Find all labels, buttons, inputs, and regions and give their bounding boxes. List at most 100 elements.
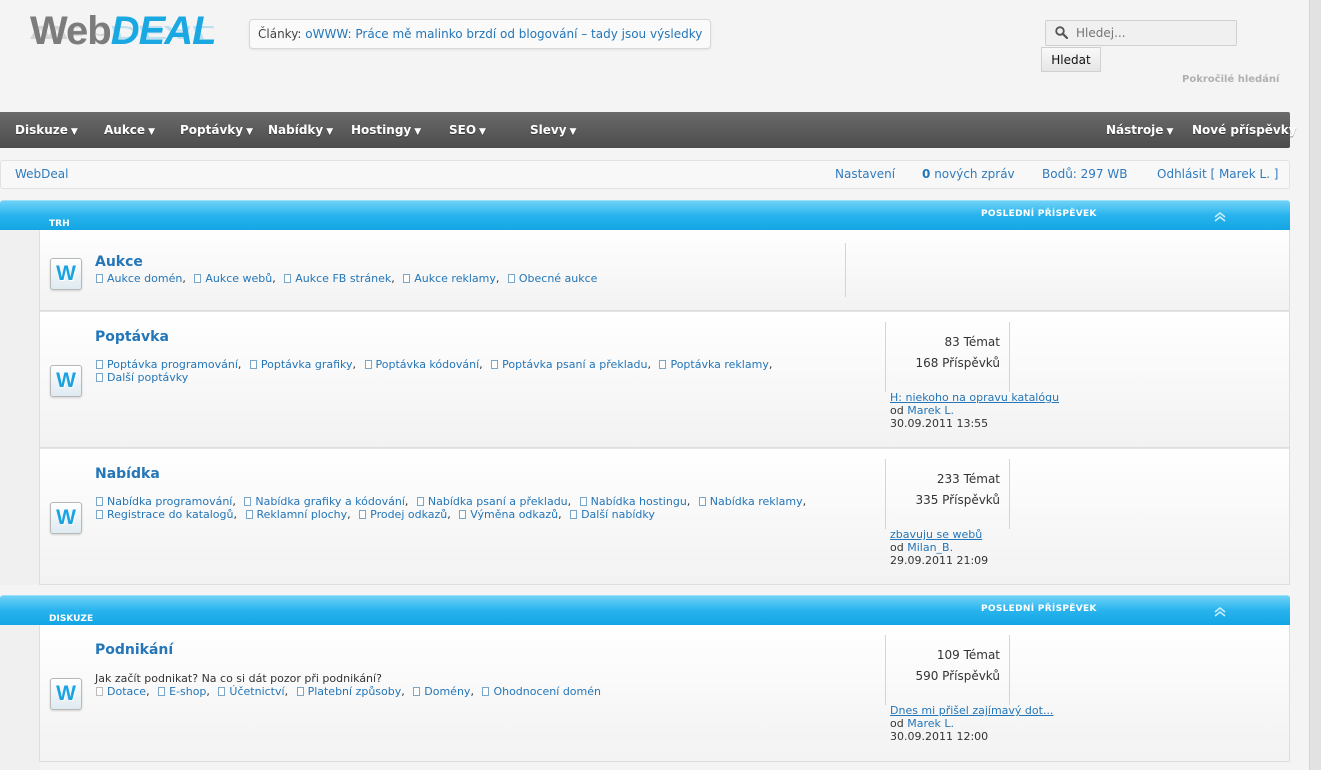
- forum-title[interactable]: Poptávka: [95, 329, 169, 345]
- subforum-link[interactable]: Prodej odkazů: [370, 508, 447, 521]
- new-messages-label: nových zpráv: [934, 167, 1015, 181]
- subforum-link[interactable]: Aukce FB stránek: [295, 272, 391, 285]
- subforum-link[interactable]: Poptávka reklamy: [670, 358, 768, 371]
- post-count: 590 Příspěvků: [915, 669, 1000, 683]
- subforum-link[interactable]: Účetnictví: [229, 685, 284, 698]
- chevron-down-icon: ▼: [326, 127, 334, 137]
- articles-link[interactable]: oWWW: Práce mě malinko brzdí od blogován…: [305, 27, 702, 41]
- subforum-link[interactable]: Další nabídky: [581, 508, 655, 521]
- column-divider: [1009, 322, 1010, 392]
- logo-reflection: WebDEAL: [30, 21, 216, 42]
- forum-title[interactable]: Nabídka: [95, 466, 160, 482]
- logout-link[interactable]: Odhlásit [ Marek L. ]: [1157, 161, 1278, 188]
- column-divider: [1009, 635, 1010, 705]
- last-post-date: 30.09.2011 12:00: [890, 730, 989, 743]
- subforum-link[interactable]: Nabídka grafiky a kódování: [255, 495, 405, 508]
- subforum-link[interactable]: Poptávka kódování: [376, 358, 480, 371]
- advanced-search-link[interactable]: Pokročilé hledání: [1182, 74, 1279, 85]
- subforum-icon: [96, 510, 103, 519]
- subforum-icon: [698, 497, 706, 506]
- last-post-by: od: [890, 717, 904, 730]
- forum-row-nabidka: W Nabídka Nabídka programování, Nabídka …: [39, 448, 1290, 585]
- points-link[interactable]: Bodů: 297 WB: [1042, 161, 1127, 188]
- main-navbar: Diskuze ▼ Aukce ▼ Poptávky ▼ Nabídky ▼ Hosti…: [0, 112, 1297, 150]
- subforum-link[interactable]: Nabídka programování: [107, 495, 232, 508]
- nav-seo[interactable]: SEO ▼: [449, 112, 486, 150]
- chevron-down-icon: ▼: [148, 127, 155, 137]
- subforum-list: Nabídka programování, Nabídka grafiky a …: [95, 495, 825, 521]
- subforum-link[interactable]: Reklamní plochy: [257, 508, 348, 521]
- nav-nastroje[interactable]: Nástroje ▼: [1106, 112, 1173, 150]
- forum-title[interactable]: Podnikání: [95, 642, 173, 658]
- nav-nabidky[interactable]: Nabídky ▼: [268, 112, 333, 150]
- subforum-list: Dotace, E-shop, Účetnictví, Platební způ…: [95, 685, 825, 698]
- subforum-link[interactable]: Dotace: [107, 685, 146, 698]
- articles-ticker: Články: oWWW: Práce mě malinko brzdí od …: [249, 19, 712, 49]
- nav-slevy[interactable]: Slevy ▼: [530, 112, 576, 150]
- last-post-title[interactable]: H: niekoho na opravu katalógu: [890, 391, 1059, 404]
- last-post: zbavuju se webů od Milan_B. 29.09.2011 2…: [890, 528, 1270, 567]
- subforum-icon: [158, 687, 166, 696]
- subforum-link[interactable]: Aukce webů: [205, 272, 272, 285]
- subforum-link[interactable]: Poptávka programování: [107, 358, 238, 371]
- user-bar: WebDeal Nastavení 0 nových zpráv Bodů: 2…: [0, 160, 1290, 189]
- collapse-icon[interactable]: [1213, 605, 1227, 619]
- subforum-link[interactable]: Nabídka psaní a překladu: [428, 495, 568, 508]
- last-post-by: od: [890, 541, 904, 554]
- subforum-link[interactable]: Nabídka reklamy: [710, 495, 803, 508]
- category-title[interactable]: TRH: [49, 219, 70, 229]
- last-post-user[interactable]: Marek L.: [907, 404, 954, 417]
- subforum-link[interactable]: E-shop: [169, 685, 206, 698]
- nav-aukce[interactable]: Aukce ▼: [104, 112, 155, 150]
- forum-stats: 233 Témat 335 Příspěvků: [886, 469, 1000, 511]
- nav-poptavky[interactable]: Poptávky ▼: [180, 112, 253, 150]
- subforum-link[interactable]: Aukce reklamy: [414, 272, 496, 285]
- forum-row-poptavka: W Poptávka Poptávka programování, Poptáv…: [39, 311, 1290, 448]
- subforum-link[interactable]: Poptávka psaní a překladu: [502, 358, 647, 371]
- forum-title[interactable]: Aukce: [95, 254, 143, 270]
- subforum-link[interactable]: Poptávka grafiky: [261, 358, 353, 371]
- nav-hostingy[interactable]: Hostingy ▼: [351, 112, 421, 150]
- left-gutter: [0, 230, 40, 585]
- subforum-link[interactable]: Nabídka hostingu: [591, 495, 687, 508]
- page-scroll-edge: [1309, 0, 1321, 770]
- category-header-trh: TRH POSLEDNÍ PŘÍSPĚVEK: [0, 200, 1290, 230]
- subforum-link[interactable]: Výměna odkazů: [470, 508, 558, 521]
- subforum-link[interactable]: Aukce domén: [107, 272, 182, 285]
- last-post-by: od: [890, 404, 904, 417]
- search-button[interactable]: Hledat: [1041, 47, 1101, 72]
- forum-row-aukce: W Aukce Aukce domén, Aukce webů, Aukce F…: [39, 230, 1290, 311]
- subforum-link[interactable]: Platební způsoby: [308, 685, 402, 698]
- last-post: Dnes mi přišel zajímavý dot... od Marek …: [890, 704, 1270, 743]
- subforum-link[interactable]: Obecné aukce: [519, 272, 598, 285]
- last-post-title[interactable]: zbavuju se webů: [890, 528, 982, 541]
- last-post-user[interactable]: Milan_B.: [907, 541, 953, 554]
- last-post-title[interactable]: Dnes mi přišel zajímavý dot...: [890, 704, 1053, 717]
- subforum-link[interactable]: Další poptávky: [107, 371, 188, 384]
- collapse-icon[interactable]: [1213, 210, 1227, 224]
- forum-description: Jak začít podnikat? Na co si dát pozor p…: [95, 672, 382, 685]
- subforum-link[interactable]: Ohodnocení domén: [493, 685, 601, 698]
- nav-diskuze[interactable]: Diskuze ▼: [15, 112, 78, 150]
- search-input[interactable]: [1076, 24, 1231, 42]
- subforum-icon: [491, 360, 499, 369]
- new-messages-count: 0: [922, 167, 931, 181]
- chevron-down-icon: ▼: [569, 127, 577, 137]
- subforum-icon: [296, 687, 304, 696]
- category-title[interactable]: DISKUZE: [49, 614, 93, 624]
- subforum-icon: [218, 687, 226, 696]
- new-messages-link[interactable]: 0 nových zpráv: [922, 161, 1015, 188]
- last-post-user[interactable]: Marek L.: [907, 717, 954, 730]
- subforum-link[interactable]: Registrace do katalogů: [107, 508, 234, 521]
- breadcrumb-home[interactable]: WebDeal: [15, 161, 68, 188]
- subforum-link[interactable]: Domény: [424, 685, 470, 698]
- settings-link[interactable]: Nastavení: [835, 161, 895, 188]
- last-post-column-label: POSLEDNÍ PŘÍSPĚVEK: [981, 209, 1097, 219]
- site-logo[interactable]: WebDEAL WebDEAL: [30, 8, 230, 78]
- subforum-icon: [96, 497, 103, 506]
- subforum-list: Poptávka programování, Poptávka grafiky,…: [95, 358, 825, 384]
- column-divider: [845, 243, 846, 297]
- nav-new-posts[interactable]: Nové příspěvky: [1192, 112, 1297, 148]
- left-gutter: [0, 625, 40, 770]
- subforum-icon: [249, 360, 257, 369]
